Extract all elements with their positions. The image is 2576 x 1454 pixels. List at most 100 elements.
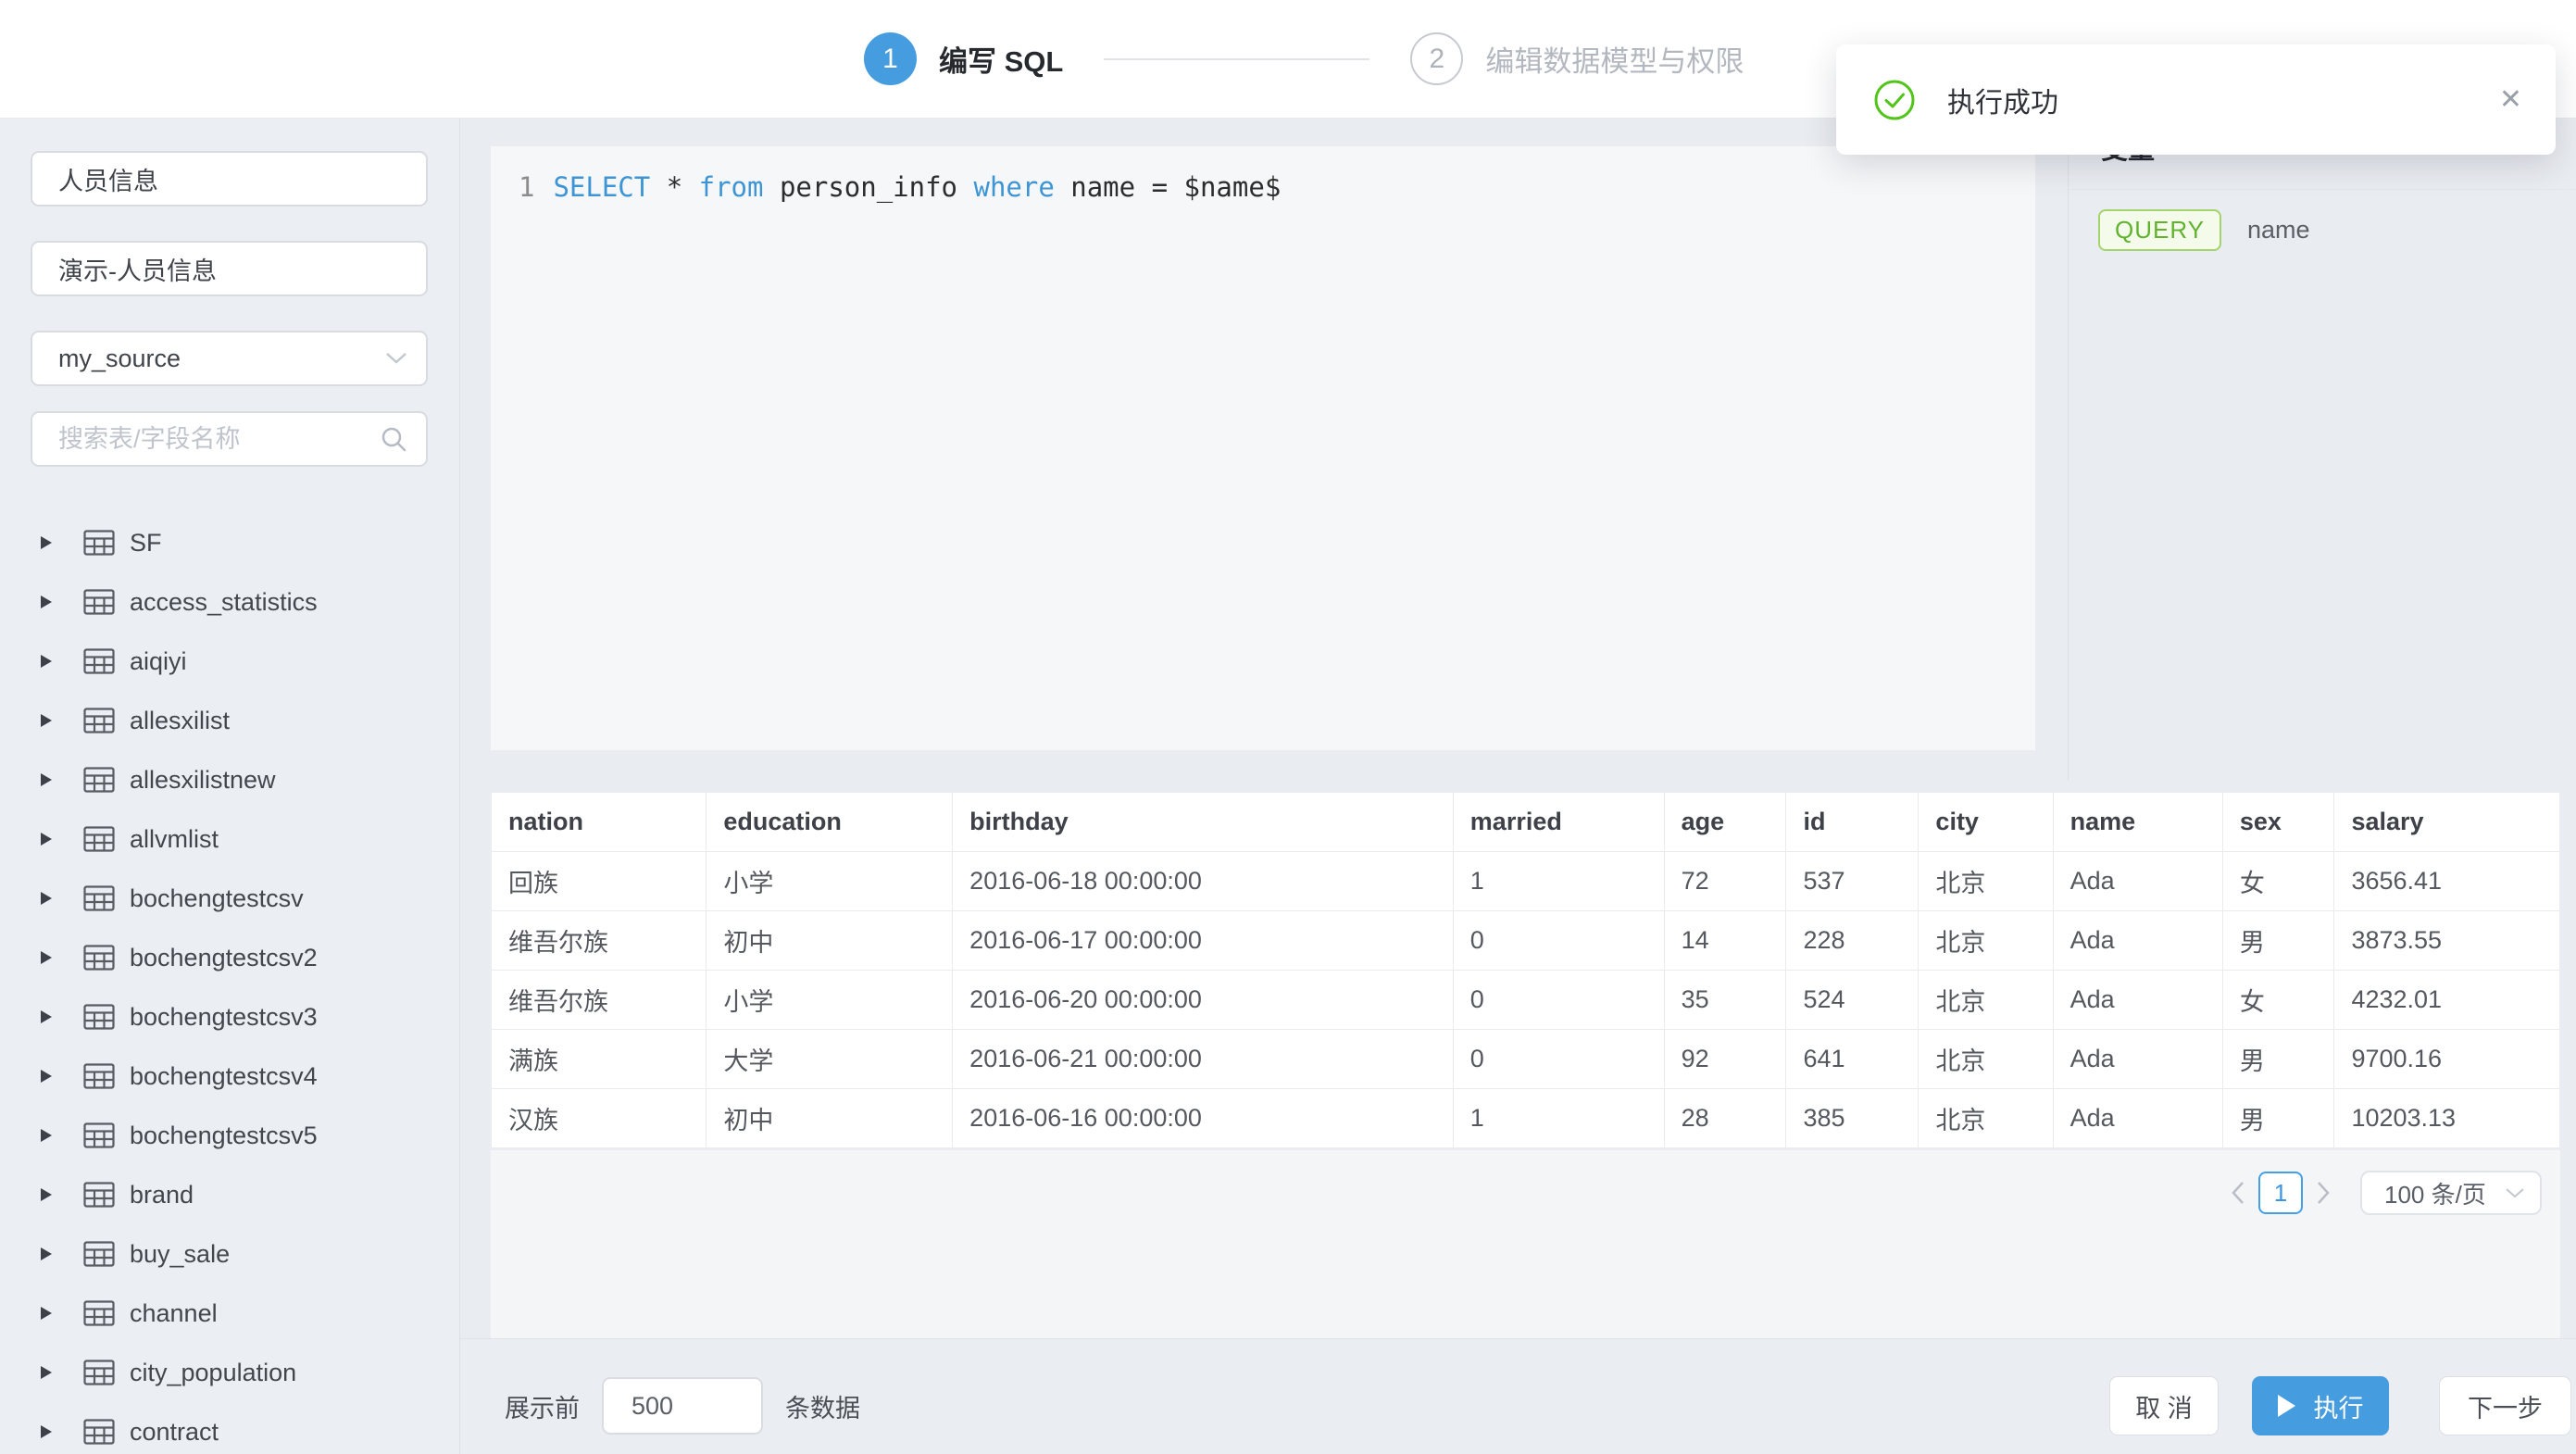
result-cell: 满族 bbox=[492, 1030, 707, 1089]
sidebar-table-item[interactable]: SF bbox=[0, 513, 459, 572]
expand-caret-icon[interactable] bbox=[41, 833, 52, 846]
result-row: 维吾尔族初中2016-06-17 00:00:00014228北京Ada男387… bbox=[492, 911, 2560, 971]
line-number: 1 bbox=[519, 169, 534, 206]
sql-text: name bbox=[1070, 171, 1135, 203]
pagination: 1 100 条/页 bbox=[2218, 1171, 2542, 1215]
result-cell: 4232.01 bbox=[2334, 971, 2560, 1030]
sidebar-table-item[interactable]: brand bbox=[0, 1165, 459, 1224]
expand-caret-icon[interactable] bbox=[41, 1188, 52, 1201]
page-size-select[interactable]: 100 条/页 bbox=[2360, 1171, 2542, 1215]
expand-caret-icon[interactable] bbox=[41, 951, 52, 964]
result-cell: 初中 bbox=[707, 911, 953, 971]
table-name-label: bochengtestcsv4 bbox=[130, 1062, 318, 1091]
limit-prefix-label: 展示前 bbox=[505, 1388, 580, 1424]
table-search-input[interactable] bbox=[31, 411, 428, 467]
result-cell: 北京 bbox=[1919, 911, 2053, 971]
result-cell: 女 bbox=[2222, 852, 2334, 911]
expand-caret-icon[interactable] bbox=[41, 1366, 52, 1379]
sidebar-table-item[interactable]: allvmlist bbox=[0, 809, 459, 869]
sidebar-table-item[interactable]: allesxilist bbox=[0, 691, 459, 750]
sidebar-table-item[interactable]: buy_sale bbox=[0, 1224, 459, 1284]
expand-caret-icon[interactable] bbox=[41, 1425, 52, 1438]
result-cell: 0 bbox=[1453, 971, 1664, 1030]
table-name-label: aiqiyi bbox=[130, 647, 187, 676]
result-cell: 537 bbox=[1786, 852, 1919, 911]
result-cell: 10203.13 bbox=[2334, 1089, 2560, 1148]
result-cell: 男 bbox=[2222, 1030, 2334, 1089]
result-cell: 大学 bbox=[707, 1030, 953, 1089]
execute-button[interactable]: 执行 bbox=[2252, 1376, 2389, 1435]
sidebar-table-item[interactable]: bochengtestcsv2 bbox=[0, 928, 459, 987]
result-cell: 北京 bbox=[1919, 1030, 2053, 1089]
cancel-button[interactable]: 取 消 bbox=[2109, 1376, 2219, 1435]
limit-input[interactable] bbox=[602, 1377, 763, 1435]
step-2-number: 2 bbox=[1430, 44, 1445, 75]
sql-text: * bbox=[667, 171, 682, 203]
result-cell: 回族 bbox=[492, 852, 707, 911]
result-cell: 维吾尔族 bbox=[492, 971, 707, 1030]
table-tree: SFaccess_statisticsaiqiyi allesxilist alle… bbox=[0, 513, 459, 1454]
table-grid-icon bbox=[83, 1418, 115, 1446]
expand-caret-icon[interactable] bbox=[41, 1070, 52, 1083]
table-grid-icon bbox=[83, 1240, 115, 1268]
table-grid-icon bbox=[83, 529, 115, 557]
result-cell: 1 bbox=[1453, 852, 1664, 911]
step-2-label: 编辑数据模型与权限 bbox=[1485, 38, 1744, 80]
expand-caret-icon[interactable] bbox=[41, 1307, 52, 1320]
dataset-name-input[interactable] bbox=[31, 151, 428, 207]
expand-caret-icon[interactable] bbox=[41, 892, 52, 905]
result-cell: Ada bbox=[2053, 971, 2222, 1030]
next-step-button[interactable]: 下一步 bbox=[2439, 1376, 2571, 1435]
next-page-button[interactable] bbox=[2303, 1180, 2344, 1206]
sql-text: person_info bbox=[780, 171, 957, 203]
sidebar-table-item[interactable]: access_statistics bbox=[0, 572, 459, 632]
dataset-desc-input[interactable] bbox=[31, 241, 428, 296]
expand-caret-icon[interactable] bbox=[41, 1129, 52, 1142]
result-cell: 28 bbox=[1664, 1089, 1786, 1148]
sql-editor[interactable]: 1 SELECT * from person_info where name =… bbox=[491, 146, 2035, 750]
expand-caret-icon[interactable] bbox=[41, 1010, 52, 1023]
result-column-header: married bbox=[1453, 793, 1664, 852]
close-icon[interactable]: ✕ bbox=[2499, 83, 2522, 116]
sidebar-table-item[interactable]: bochengtestcsv5 bbox=[0, 1106, 459, 1165]
execute-button-label: 执行 bbox=[2314, 1388, 2364, 1424]
sidebar-table-item[interactable]: aiqiyi bbox=[0, 632, 459, 691]
result-cell: 35 bbox=[1664, 971, 1786, 1030]
sidebar-table-item[interactable]: city_population bbox=[0, 1343, 459, 1402]
result-column-header: salary bbox=[2334, 793, 2560, 852]
sidebar-table-item[interactable]: bochengtestcsv bbox=[0, 869, 459, 928]
sidebar-table-item[interactable]: bochengtestcsv3 bbox=[0, 987, 459, 1047]
sidebar-table-item[interactable]: bochengtestcsv4 bbox=[0, 1047, 459, 1106]
sidebar-table-item[interactable]: allesxilistnew bbox=[0, 750, 459, 809]
expand-caret-icon[interactable] bbox=[41, 655, 52, 668]
prev-page-button[interactable] bbox=[2218, 1180, 2258, 1206]
stepper-connector-line bbox=[1104, 58, 1369, 60]
expand-caret-icon[interactable] bbox=[41, 1247, 52, 1260]
sql-text: $name$ bbox=[1184, 171, 1282, 203]
result-cell: 228 bbox=[1786, 911, 1919, 971]
sidebar-table-item[interactable]: contract bbox=[0, 1402, 459, 1454]
expand-caret-icon[interactable] bbox=[41, 595, 52, 608]
step-2-circle: 2 bbox=[1410, 32, 1463, 85]
table-name-label: city_population bbox=[130, 1359, 296, 1387]
result-cell: 2016-06-18 00:00:00 bbox=[953, 852, 1454, 911]
variable-row[interactable]: QUERYname bbox=[2098, 206, 2310, 254]
expand-caret-icon[interactable] bbox=[41, 536, 52, 549]
table-grid-icon bbox=[83, 1122, 115, 1149]
result-cell: 维吾尔族 bbox=[492, 911, 707, 971]
table-grid-icon bbox=[83, 647, 115, 675]
search-icon[interactable] bbox=[380, 425, 407, 458]
result-cell: 9700.16 bbox=[2334, 1030, 2560, 1089]
sidebar-table-item[interactable]: channel bbox=[0, 1284, 459, 1343]
sql-text: = bbox=[1152, 171, 1168, 203]
datasource-select[interactable]: my_source bbox=[31, 331, 428, 386]
expand-caret-icon[interactable] bbox=[41, 714, 52, 727]
chevron-down-icon bbox=[2505, 1187, 2525, 1199]
result-cell: 汉族 bbox=[492, 1089, 707, 1148]
table-grid-icon bbox=[83, 884, 115, 912]
left-sidebar: my_source SFaccess_statisticsaiqiyi alles… bbox=[0, 119, 460, 1454]
current-page-button[interactable]: 1 bbox=[2258, 1172, 2303, 1214]
expand-caret-icon[interactable] bbox=[41, 773, 52, 786]
table-name-label: allesxilistnew bbox=[130, 766, 276, 795]
table-grid-icon bbox=[83, 707, 115, 734]
